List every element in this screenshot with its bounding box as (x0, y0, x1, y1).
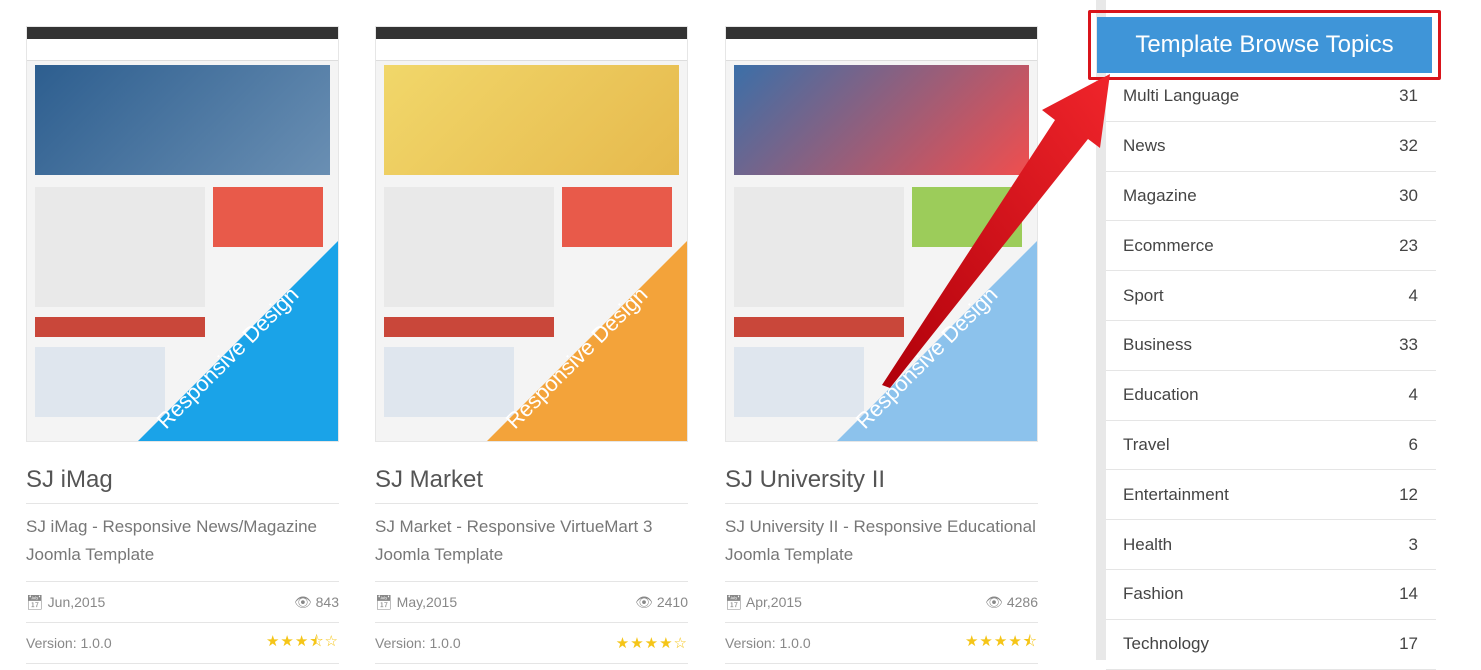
template-thumbnail[interactable]: Responsive Design (375, 26, 688, 442)
topic-label: Magazine (1123, 185, 1197, 205)
rating-stars: ★★★★☆ (616, 634, 688, 652)
release-date: Jun,2015 (47, 593, 106, 610)
star-icon: ☆ (324, 632, 339, 650)
topic-label: Ecommerce (1123, 235, 1214, 255)
eye-icon: 👁︎ (293, 593, 312, 610)
topic-label: Entertainment (1123, 484, 1229, 504)
version: Version: 1.0.0 (375, 635, 461, 651)
topic-label: Fashion (1123, 584, 1184, 604)
topic-item[interactable]: Education 4 (1106, 371, 1436, 421)
star-icon: ⯪ (1022, 632, 1038, 650)
topic-item[interactable]: Ecommerce 23 (1106, 221, 1436, 272)
calendar-icon: 📅︎ (375, 593, 393, 610)
star-icon: ★ (1008, 632, 1023, 650)
topic-item[interactable]: Technology 17 (1106, 620, 1436, 670)
template-card[interactable]: Responsive Design SJ iMag SJ iMag - Resp… (26, 26, 339, 664)
star-icon: ★ (964, 632, 980, 650)
template-thumbnail[interactable]: Responsive Design (26, 26, 339, 442)
view-count: 843 (315, 593, 339, 610)
template-description: SJ Market - Responsive VirtueMart 3 Joom… (375, 504, 688, 582)
template-description: SJ iMag - Responsive News/Magazine Jooml… (26, 504, 339, 582)
topic-label: Technology (1123, 634, 1210, 654)
topic-count: 4 (1408, 385, 1418, 405)
topic-label: News (1123, 136, 1166, 156)
rating-stars: ★★★★⯪ (965, 631, 1038, 656)
topic-count: 32 (1399, 136, 1418, 156)
topic-label: Education (1123, 385, 1199, 405)
topic-label: Travel (1123, 434, 1170, 454)
topics-sidebar: Multi Language 31 News 32 Magazine 30 Ecommerc… (1096, 0, 1436, 670)
release-date: Apr,2015 (745, 593, 802, 610)
star-icon: ★ (294, 632, 310, 650)
topic-label: Health (1123, 534, 1173, 554)
star-icon: ☆ (673, 635, 688, 652)
topic-count: 6 (1408, 434, 1418, 454)
star-icon: ★ (659, 635, 674, 652)
calendar-icon: 📅︎ (26, 593, 44, 610)
template-title[interactable]: SJ Market (375, 466, 688, 504)
release-date: May,2015 (396, 593, 458, 610)
star-icon: ★ (979, 632, 994, 650)
view-count: 4286 (1006, 593, 1038, 610)
topic-count: 23 (1399, 235, 1418, 255)
star-icon: ★ (615, 635, 631, 652)
star-icon: ★ (280, 632, 295, 650)
star-icon: ★ (993, 632, 1009, 650)
topic-item[interactable]: News 32 (1106, 122, 1436, 172)
topic-item[interactable]: Business 33 (1106, 321, 1436, 371)
star-icon: ★ (644, 635, 660, 652)
star-icon: ⯪ (309, 632, 325, 650)
star-icon: ★ (630, 635, 645, 652)
view-count: 2410 (656, 593, 688, 610)
topic-count: 14 (1399, 584, 1418, 604)
topic-count: 17 (1399, 634, 1418, 654)
template-title[interactable]: SJ iMag (26, 466, 339, 504)
template-title[interactable]: SJ University II (725, 466, 1038, 504)
topic-count: 4 (1408, 285, 1418, 305)
topic-item[interactable]: Fashion 14 (1106, 570, 1436, 620)
template-description: SJ University II - Responsive Educationa… (725, 504, 1038, 582)
template-card[interactable]: Responsive Design SJ Market SJ Market - … (375, 26, 688, 664)
topic-item[interactable]: Entertainment 12 (1106, 470, 1436, 521)
eye-icon: 👁︎ (635, 593, 653, 610)
rating-stars: ★★★⯪☆ (266, 631, 339, 656)
topic-count: 30 (1399, 185, 1418, 205)
browse-topics-title: Template Browse Topics (1097, 17, 1432, 73)
topic-count: 3 (1408, 534, 1418, 554)
eye-icon: 👁︎ (985, 593, 1003, 610)
topic-count: 33 (1399, 335, 1418, 355)
topic-label: Business (1123, 335, 1192, 355)
topic-label: Multi Language (1123, 86, 1240, 106)
topic-count: 31 (1399, 86, 1418, 106)
star-icon: ★ (265, 632, 281, 650)
topic-item[interactable]: Travel 6 (1106, 421, 1436, 471)
browse-topics-header: Template Browse Topics (1088, 10, 1441, 80)
topic-item[interactable]: Health 3 (1106, 520, 1436, 570)
red-arrow-annotation (882, 74, 1110, 388)
version: Version: 1.0.0 (26, 635, 112, 651)
calendar-icon: 📅︎ (725, 593, 743, 610)
topic-label: Sport (1123, 285, 1164, 305)
version: Version: 1.0.0 (725, 635, 811, 651)
topic-count: 12 (1399, 484, 1418, 504)
topic-item[interactable]: Sport 4 (1106, 271, 1436, 321)
topic-item[interactable]: Magazine 30 (1106, 172, 1436, 222)
